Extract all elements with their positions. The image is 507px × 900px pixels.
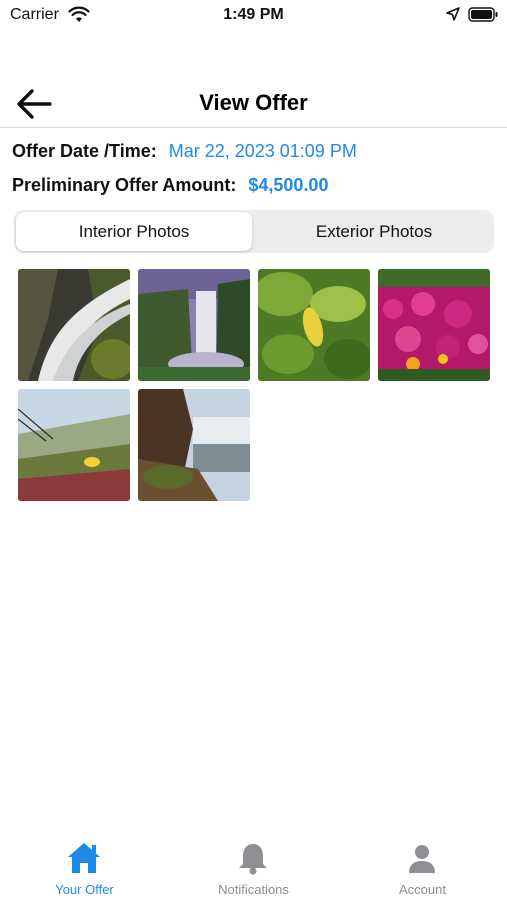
tab-account[interactable]: Account	[338, 830, 507, 900]
person-icon	[409, 845, 435, 873]
tab-label: Account	[399, 882, 446, 897]
offer-date-row: Offer Date /Time: Mar 22, 2023 01:09 PM	[12, 141, 357, 162]
page-title: View Offer	[199, 90, 308, 115]
photo-image	[258, 269, 370, 381]
photo-thumbnail[interactable]	[18, 389, 130, 501]
nav-bar: View Offer	[0, 80, 507, 128]
battery-icon	[468, 7, 498, 22]
offer-date-label: Offer Date /Time:	[12, 141, 157, 161]
tab-notifications[interactable]: Notifications	[169, 830, 338, 900]
bell-icon	[239, 844, 267, 875]
tab-label: Your Offer	[55, 882, 114, 897]
status-time: 1:49 PM	[223, 6, 284, 23]
photo-type-segmented-control: Interior Photos Exterior Photos	[14, 210, 494, 253]
photo-thumbnail[interactable]	[138, 389, 250, 501]
photo-thumbnail[interactable]	[258, 269, 370, 381]
photo-image	[138, 269, 250, 381]
location-arrow-icon	[446, 7, 460, 21]
offer-amount-value: $4,500.00	[248, 175, 329, 195]
photo-thumbnail[interactable]	[18, 269, 130, 381]
photo-image	[18, 269, 130, 381]
offer-amount-row: Preliminary Offer Amount: $4,500.00	[12, 175, 328, 196]
photo-thumbnail[interactable]	[378, 269, 490, 381]
tab-your-offer[interactable]: Your Offer	[0, 830, 169, 900]
offer-amount-label: Preliminary Offer Amount:	[12, 175, 237, 195]
photo-image	[138, 389, 250, 501]
photo-image	[18, 389, 130, 501]
bottom-tab-bar: Your Offer Notifications Account	[0, 830, 507, 900]
status-bar: Carrier 1:49 PM	[0, 0, 507, 32]
tab-label: Notifications	[218, 882, 289, 897]
offer-date-value: Mar 22, 2023 01:09 PM	[168, 141, 357, 161]
home-icon	[68, 843, 100, 873]
tab-interior-photos[interactable]: Interior Photos	[16, 212, 252, 251]
photo-image	[378, 269, 490, 381]
tab-exterior-photos[interactable]: Exterior Photos	[256, 212, 492, 251]
photo-thumbnail[interactable]	[138, 269, 250, 381]
